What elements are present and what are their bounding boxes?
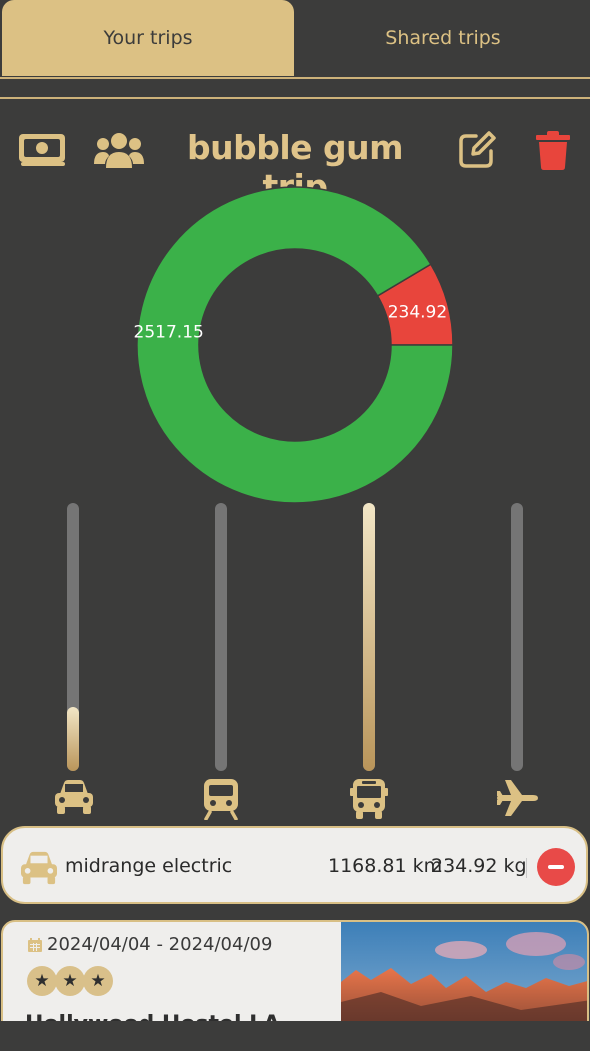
star-icon: ★ bbox=[27, 966, 57, 996]
tab-your-trips[interactable]: Your trips bbox=[2, 0, 294, 76]
vehicle-emissions: 234.92 kg bbox=[431, 855, 527, 877]
trash-icon[interactable] bbox=[535, 130, 571, 174]
star-icon: ★ bbox=[83, 966, 113, 996]
remove-vehicle-button[interactable] bbox=[537, 848, 575, 886]
vehicle-card[interactable]: midrange electric 1168.81 km 234.92 kg bbox=[1, 826, 588, 904]
train-level-slider[interactable] bbox=[215, 503, 227, 771]
bus-level-fill bbox=[363, 503, 375, 771]
hotel-stars: ★ ★ ★ bbox=[27, 966, 113, 996]
plane-level-slider[interactable] bbox=[511, 503, 523, 771]
train-icon[interactable] bbox=[203, 778, 239, 824]
star-icon: ★ bbox=[55, 966, 85, 996]
divider bbox=[0, 77, 590, 79]
car-level-fill bbox=[67, 706, 79, 771]
calendar-icon bbox=[28, 937, 42, 952]
divider bbox=[526, 858, 527, 878]
car-icon bbox=[19, 850, 59, 890]
vehicle-distance: 1168.81 km bbox=[328, 855, 443, 877]
hotel-dates-text: 2024/04/04 - 2024/04/09 bbox=[47, 934, 273, 955]
bottom-bar bbox=[0, 1021, 590, 1051]
hotel-dates: 2024/04/04 - 2024/04/09 bbox=[27, 934, 272, 955]
users-icon[interactable] bbox=[94, 130, 144, 174]
emissions-donut-chart: 234.92 2517.15 bbox=[134, 186, 454, 504]
car-icon[interactable] bbox=[54, 778, 94, 820]
donut-slice-label: 2517.15 bbox=[134, 323, 204, 343]
trip-tabs: Your trips Shared trips bbox=[0, 0, 590, 78]
donut-slice-label: 234.92 bbox=[388, 302, 447, 322]
vehicle-name: midrange electric bbox=[65, 855, 233, 877]
divider bbox=[0, 97, 590, 99]
donut-slice[interactable] bbox=[136, 186, 454, 504]
plane-icon[interactable] bbox=[495, 778, 539, 822]
money-icon[interactable] bbox=[18, 132, 68, 172]
tab-shared-trips[interactable]: Shared trips bbox=[296, 0, 590, 76]
car-level-slider[interactable] bbox=[67, 503, 79, 771]
bus-level-slider[interactable] bbox=[363, 503, 375, 771]
bus-icon[interactable] bbox=[350, 778, 388, 824]
edit-icon[interactable] bbox=[458, 131, 496, 173]
